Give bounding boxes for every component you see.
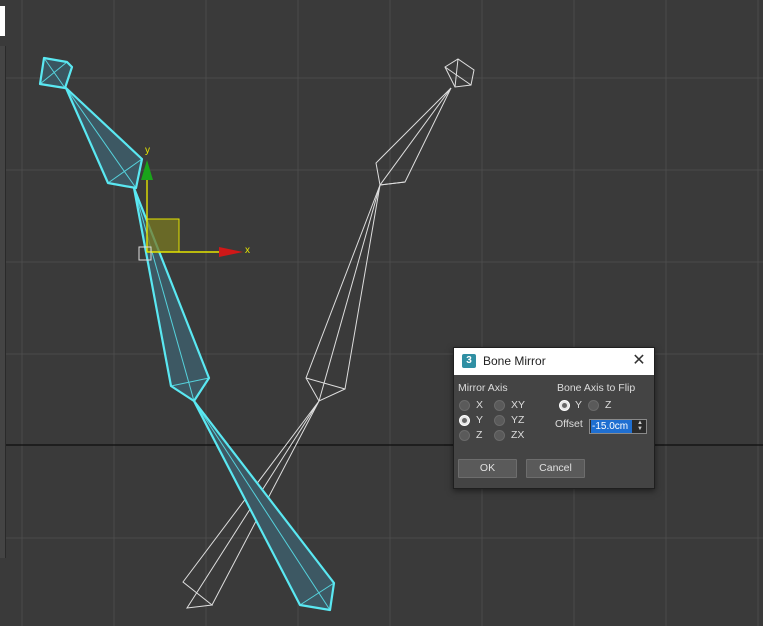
spinner-arrows-icon[interactable]: ▲ ▼ <box>635 420 645 433</box>
mirrored-bone-end <box>444 58 475 88</box>
mirror-axis-zx-radio[interactable] <box>494 430 505 441</box>
mirror-axis-z-label: Z <box>476 429 483 441</box>
selected-bone-end <box>38 56 74 90</box>
gizmo-x-arrow <box>219 247 243 257</box>
app-logo-icon: 3 <box>462 354 476 368</box>
offset-spinner-field[interactable]: ▲▼ <box>589 419 647 434</box>
mirrored-bone-2 <box>305 184 381 402</box>
viewport-canvas[interactable]: y x <box>0 0 763 626</box>
gizmo-y-label: y <box>145 145 150 156</box>
selected-bone-3 <box>192 399 336 612</box>
dialog-title: Bone Mirror <box>483 354 546 368</box>
flip-axis-z-radio[interactable] <box>588 400 599 411</box>
mirror-axis-y-label: Y <box>476 414 484 426</box>
move-gizmo[interactable]: y x <box>138 145 250 261</box>
mirror-axis-yz-radio[interactable] <box>494 415 505 426</box>
flip-axis-y-radio[interactable] <box>559 400 570 411</box>
mirror-axis-label: Mirror Axis <box>458 382 508 394</box>
viewport-label-tab[interactable] <box>0 6 5 36</box>
viewport[interactable]: y x 3 Bone Mirror ✕ Mirror Axis X Y Z XY… <box>0 0 763 626</box>
bone-mirror-dialog: 3 Bone Mirror ✕ Mirror Axis X Y Z XY YZ … <box>453 347 655 489</box>
mirror-axis-zx-label: ZX <box>511 429 525 441</box>
mirrored-bone-chain[interactable] <box>182 58 475 609</box>
selected-bone-chain[interactable] <box>38 56 336 612</box>
cancel-button[interactable]: Cancel <box>526 459 585 478</box>
mirror-axis-y-radio[interactable] <box>459 415 470 426</box>
flip-axis-z-label: Z <box>605 399 612 411</box>
dialog-title-bar[interactable]: 3 Bone Mirror ✕ <box>454 348 654 375</box>
gizmo-x-label: x <box>245 245 250 256</box>
mirror-axis-xy-label: XY <box>511 399 526 411</box>
flip-axis-y-label: Y <box>575 399 583 411</box>
mirror-axis-x-label: X <box>476 399 484 411</box>
offset-input[interactable] <box>591 420 632 433</box>
mirror-axis-xy-radio[interactable] <box>494 400 505 411</box>
bone-axis-flip-label: Bone Axis to Flip <box>557 382 636 394</box>
mirror-axis-x-radio[interactable] <box>459 400 470 411</box>
viewport-grid <box>0 0 763 626</box>
mirror-axis-z-radio[interactable] <box>459 430 470 441</box>
ok-button[interactable]: OK <box>458 459 517 478</box>
selected-bone-1 <box>64 86 144 190</box>
close-icon[interactable]: ✕ <box>630 352 648 370</box>
offset-label: Offset <box>555 418 583 430</box>
mirror-axis-yz-label: YZ <box>511 414 525 426</box>
gizmo-xy-plane <box>146 218 180 253</box>
left-panel-edge <box>0 46 6 558</box>
